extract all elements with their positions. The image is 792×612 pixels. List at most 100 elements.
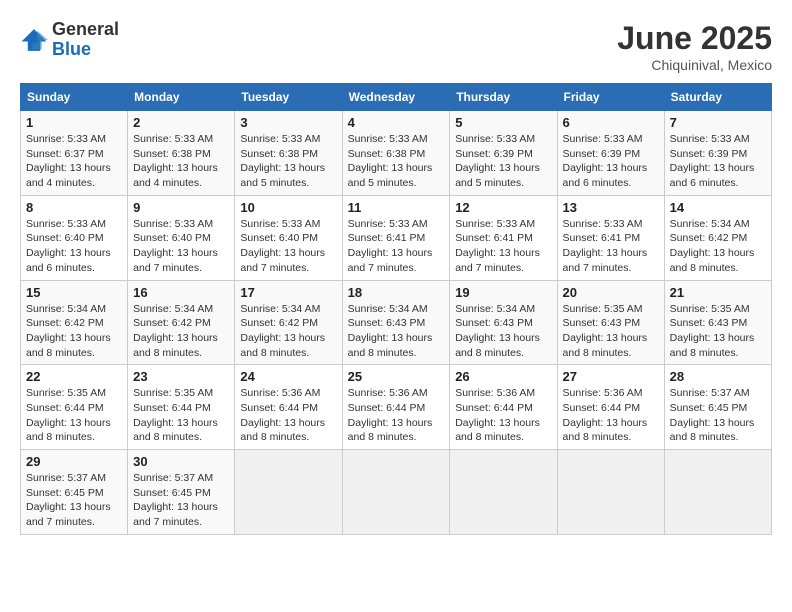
day-detail: Sunrise: 5:33 AMSunset: 6:37 PMDaylight:…: [26, 132, 122, 191]
day-detail: Sunrise: 5:33 AMSunset: 6:39 PMDaylight:…: [670, 132, 766, 191]
day-number: 30: [133, 454, 229, 469]
day-number: 24: [240, 369, 336, 384]
day-number: 11: [348, 200, 445, 215]
col-header-thursday: Thursday: [450, 84, 557, 111]
day-number: 7: [670, 115, 766, 130]
col-header-sunday: Sunday: [21, 84, 128, 111]
day-detail: Sunrise: 5:34 AMSunset: 6:42 PMDaylight:…: [133, 302, 229, 361]
calendar-cell-28: 28 Sunrise: 5:37 AMSunset: 6:45 PMDayligh…: [664, 365, 771, 450]
day-number: 27: [563, 369, 659, 384]
empty-cell: [664, 450, 771, 535]
day-number: 16: [133, 285, 229, 300]
logo-text: General Blue: [52, 20, 119, 60]
calendar-cell-2: 2 Sunrise: 5:33 AMSunset: 6:38 PMDaylight…: [128, 111, 235, 196]
col-header-saturday: Saturday: [664, 84, 771, 111]
day-detail: Sunrise: 5:33 AMSunset: 6:41 PMDaylight:…: [348, 217, 445, 276]
calendar-cell-26: 26 Sunrise: 5:36 AMSunset: 6:44 PMDayligh…: [450, 365, 557, 450]
day-detail: Sunrise: 5:33 AMSunset: 6:41 PMDaylight:…: [455, 217, 551, 276]
calendar-cell-1: 1 Sunrise: 5:33 AMSunset: 6:37 PMDaylight…: [21, 111, 128, 196]
col-header-wednesday: Wednesday: [342, 84, 450, 111]
day-detail: Sunrise: 5:33 AMSunset: 6:38 PMDaylight:…: [133, 132, 229, 191]
day-detail: Sunrise: 5:33 AMSunset: 6:39 PMDaylight:…: [563, 132, 659, 191]
calendar-cell-30: 30 Sunrise: 5:37 AMSunset: 6:45 PMDayligh…: [128, 450, 235, 535]
calendar-week-1: 1 Sunrise: 5:33 AMSunset: 6:37 PMDaylight…: [21, 111, 772, 196]
calendar-cell-14: 14 Sunrise: 5:34 AMSunset: 6:42 PMDayligh…: [664, 195, 771, 280]
day-number: 13: [563, 200, 659, 215]
col-header-monday: Monday: [128, 84, 235, 111]
day-number: 20: [563, 285, 659, 300]
day-number: 14: [670, 200, 766, 215]
calendar-cell-10: 10Sunrise: 5:33 AMSunset: 6:40 PMDayligh…: [235, 195, 342, 280]
calendar-cell-16: 16 Sunrise: 5:34 AMSunset: 6:42 PMDayligh…: [128, 280, 235, 365]
calendar-cell-5: 5 Sunrise: 5:33 AMSunset: 6:39 PMDaylight…: [450, 111, 557, 196]
calendar-cell-15: 15 Sunrise: 5:34 AMSunset: 6:42 PMDayligh…: [21, 280, 128, 365]
day-detail: Sunrise: 5:37 AMSunset: 6:45 PMDaylight:…: [133, 471, 229, 530]
calendar-cell-19: 19 Sunrise: 5:34 AMSunset: 6:43 PMDayligh…: [450, 280, 557, 365]
day-detail: Sunrise: 5:34 AMSunset: 6:42 PMDaylight:…: [26, 302, 122, 361]
calendar-cell-20: 20 Sunrise: 5:35 AMSunset: 6:43 PMDayligh…: [557, 280, 664, 365]
day-number: 17: [240, 285, 336, 300]
header-row: SundayMondayTuesdayWednesdayThursdayFrid…: [21, 84, 772, 111]
day-detail: Sunrise: 5:36 AMSunset: 6:44 PMDaylight:…: [240, 386, 336, 445]
day-detail: Sunrise: 5:34 AMSunset: 6:42 PMDaylight:…: [240, 302, 336, 361]
day-detail: Sunrise: 5:34 AMSunset: 6:43 PMDaylight:…: [348, 302, 445, 361]
day-detail: Sunrise: 5:37 AMSunset: 6:45 PMDaylight:…: [670, 386, 766, 445]
empty-cell: [450, 450, 557, 535]
page-header: General Blue June 2025 Chiquinival, Mexi…: [20, 20, 772, 73]
day-detail: Sunrise: 5:36 AMSunset: 6:44 PMDaylight:…: [563, 386, 659, 445]
calendar-cell-7: 7 Sunrise: 5:33 AMSunset: 6:39 PMDaylight…: [664, 111, 771, 196]
day-number: 2: [133, 115, 229, 130]
col-header-friday: Friday: [557, 84, 664, 111]
empty-cell: [342, 450, 450, 535]
day-detail: Sunrise: 5:35 AMSunset: 6:44 PMDaylight:…: [133, 386, 229, 445]
day-number: 25: [348, 369, 445, 384]
calendar-cell-22: 22Sunrise: 5:35 AMSunset: 6:44 PMDayligh…: [21, 365, 128, 450]
logo-icon: [20, 26, 48, 54]
day-detail: Sunrise: 5:33 AMSunset: 6:41 PMDaylight:…: [563, 217, 659, 276]
day-number: 5: [455, 115, 551, 130]
day-detail: Sunrise: 5:33 AMSunset: 6:40 PMDaylight:…: [133, 217, 229, 276]
day-detail: Sunrise: 5:34 AMSunset: 6:42 PMDaylight:…: [670, 217, 766, 276]
calendar-cell-12: 12Sunrise: 5:33 AMSunset: 6:41 PMDayligh…: [450, 195, 557, 280]
day-detail: Sunrise: 5:33 AMSunset: 6:40 PMDaylight:…: [26, 217, 122, 276]
calendar-cell-23: 23 Sunrise: 5:35 AMSunset: 6:44 PMDayligh…: [128, 365, 235, 450]
month-title: June 2025: [617, 20, 772, 57]
calendar-cell-17: 17 Sunrise: 5:34 AMSunset: 6:42 PMDayligh…: [235, 280, 342, 365]
col-header-tuesday: Tuesday: [235, 84, 342, 111]
calendar-table: SundayMondayTuesdayWednesdayThursdayFrid…: [20, 83, 772, 535]
day-detail: Sunrise: 5:35 AMSunset: 6:43 PMDaylight:…: [670, 302, 766, 361]
day-number: 26: [455, 369, 551, 384]
day-number: 15: [26, 285, 122, 300]
day-number: 22: [26, 369, 122, 384]
calendar-cell-21: 21 Sunrise: 5:35 AMSunset: 6:43 PMDayligh…: [664, 280, 771, 365]
calendar-cell-4: 4Sunrise: 5:33 AMSunset: 6:38 PMDaylight…: [342, 111, 450, 196]
day-detail: Sunrise: 5:33 AMSunset: 6:39 PMDaylight:…: [455, 132, 551, 191]
day-detail: Sunrise: 5:35 AMSunset: 6:43 PMDaylight:…: [563, 302, 659, 361]
day-number: 21: [670, 285, 766, 300]
day-number: 28: [670, 369, 766, 384]
calendar-cell-18: 18 Sunrise: 5:34 AMSunset: 6:43 PMDayligh…: [342, 280, 450, 365]
logo: General Blue: [20, 20, 119, 60]
day-number: 1: [26, 115, 122, 130]
calendar-cell-3: 3Sunrise: 5:33 AMSunset: 6:38 PMDaylight…: [235, 111, 342, 196]
day-number: 19: [455, 285, 551, 300]
location: Chiquinival, Mexico: [617, 57, 772, 73]
calendar-cell-6: 6Sunrise: 5:33 AMSunset: 6:39 PMDaylight…: [557, 111, 664, 196]
calendar-week-2: 8 Sunrise: 5:33 AMSunset: 6:40 PMDaylight…: [21, 195, 772, 280]
calendar-cell-13: 13 Sunrise: 5:33 AMSunset: 6:41 PMDayligh…: [557, 195, 664, 280]
calendar-cell-25: 25 Sunrise: 5:36 AMSunset: 6:44 PMDayligh…: [342, 365, 450, 450]
empty-cell: [235, 450, 342, 535]
title-block: June 2025 Chiquinival, Mexico: [617, 20, 772, 73]
empty-cell: [557, 450, 664, 535]
day-number: 18: [348, 285, 445, 300]
calendar-week-4: 22 Sunrise: 5:35 AMSunset: 6:44 PMDayligh…: [21, 365, 772, 450]
calendar-cell-11: 11 Sunrise: 5:33 AMSunset: 6:41 PMDayligh…: [342, 195, 450, 280]
calendar-week-3: 15 Sunrise: 5:34 AMSunset: 6:42 PMDayligh…: [21, 280, 772, 365]
day-number: 8: [26, 200, 122, 215]
day-number: 23: [133, 369, 229, 384]
day-detail: Sunrise: 5:36 AMSunset: 6:44 PMDaylight:…: [455, 386, 551, 445]
day-detail: Sunrise: 5:36 AMSunset: 6:44 PMDaylight:…: [348, 386, 445, 445]
calendar-cell-8: 8 Sunrise: 5:33 AMSunset: 6:40 PMDaylight…: [21, 195, 128, 280]
day-detail: Sunrise: 5:34 AMSunset: 6:43 PMDaylight:…: [455, 302, 551, 361]
day-number: 4: [348, 115, 445, 130]
